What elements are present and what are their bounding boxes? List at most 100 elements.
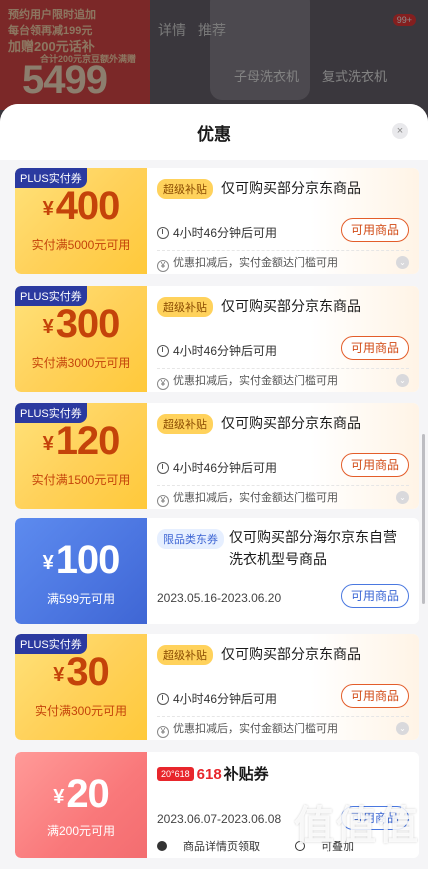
coupon-value-panel: PLUS实付券 ¥120 实付满1500元可用 (15, 403, 147, 509)
coupon-info: 超级补贴 仅可购买部分京东商品 4小时46分钟后可用 可用商品 ¥ 优惠扣减后，实… (147, 634, 419, 740)
currency-symbol: ¥ (53, 664, 65, 686)
currency-symbol: ¥ (42, 552, 54, 574)
coupon-info: 超级补贴 仅可购买部分京东商品 4小时46分钟后可用 可用商品 ¥ 优惠扣减后，实… (147, 286, 419, 392)
coupon-date: 2023.05.16-2023.06.20 (157, 591, 282, 605)
coupon-condition: 满200元可用 (46, 824, 116, 838)
coupon-timer: 4小时46分钟后可用 (157, 459, 277, 476)
coupon-condition: 实付满3000元可用 (31, 356, 131, 370)
timer-text: 4小时46分钟后可用 (173, 692, 278, 706)
coupon-amount: ¥400 (15, 184, 147, 229)
clock-icon (157, 227, 169, 239)
yen-icon: ¥ (157, 495, 169, 507)
yen-icon: ¥ (157, 260, 169, 272)
currency-symbol: ¥ (53, 786, 65, 808)
available-products-button[interactable]: 可用商品 (340, 684, 409, 708)
amount-value: 300 (55, 302, 121, 346)
coupon-date: 2023.06.07-2023.06.08 (157, 812, 282, 826)
coupon-amount: ¥120 (15, 419, 147, 464)
divider (157, 485, 409, 486)
coupon-title: 仅可购买部分京东商品 (221, 298, 361, 314)
coupon-tag: 限品类东券 (157, 529, 224, 549)
currency-symbol: ¥ (42, 198, 54, 220)
amount-value: 100 (55, 538, 121, 582)
chevron-down-icon[interactable]: ⌄ (396, 374, 409, 387)
watermark: 值值值 zhizhizhi.com (294, 793, 420, 861)
badge-618-text: 补贴券 (223, 766, 269, 783)
coupon-amount: ¥30 (15, 650, 147, 695)
available-products-button[interactable]: 可用商品 (340, 453, 409, 477)
coupon-title: 仅可购买部分京东商品 (221, 646, 361, 662)
sub-note: 商品详情页领取 (157, 841, 276, 853)
chevron-down-icon[interactable]: ⌄ (396, 256, 409, 269)
coupon-note: ¥ 优惠扣减后，实付金额达门槛可用 (157, 489, 338, 507)
coupon-timer: 4小时46分钟后可用 (157, 690, 277, 707)
badge-618-small: 20°618 (157, 767, 194, 781)
coupon-title: 仅可购买部分京东商品 (221, 180, 361, 196)
coupon-value-panel: PLUS实付券 ¥30 实付满300元可用 (15, 634, 147, 740)
coupon-condition: 实付满300元可用 (34, 704, 128, 718)
chevron-down-icon[interactable]: ⌄ (396, 722, 409, 735)
divider (157, 716, 409, 717)
sheet-title: 优惠 (197, 125, 231, 144)
sub-note-text: 商品详情页领取 (183, 841, 260, 853)
badge-618-number: 618 (196, 766, 222, 783)
coupon-value-panel: PLUS实付券 ¥400 实付满5000元可用 (15, 168, 147, 274)
chevron-down-icon[interactable]: ⌄ (396, 491, 409, 504)
available-products-button[interactable]: 可用商品 (340, 336, 409, 360)
coupon-card: ¥100 满599元可用 限品类东券 仅可购买部分海尔京东自营洗衣机型号商品 2… (15, 518, 419, 624)
coupon-info: 超级补贴 仅可购买部分京东商品 4小时46分钟后可用 可用商品 ¥ 优惠扣减后，实… (147, 168, 419, 274)
coupon-value-panel: ¥100 满599元可用 (15, 518, 147, 624)
currency-symbol: ¥ (42, 433, 54, 455)
coupon-card: PLUS实付券 ¥120 实付满1500元可用 超级补贴 仅可购买部分京东商品 … (15, 403, 419, 509)
amount-value: 120 (55, 419, 121, 463)
coupon-sheet: 优惠 × PLUS实付券 ¥400 实付满5000元可用 超级补贴 仅可购买部分… (0, 104, 428, 869)
coupon-condition: 实付满5000元可用 (31, 238, 131, 252)
coupon-condition: 满599元可用 (46, 592, 116, 606)
coupon-tag: 超级补贴 (157, 297, 213, 317)
close-icon[interactable]: × (392, 123, 408, 139)
note-text: 优惠扣减后，实付金额达门槛可用 (173, 375, 338, 387)
coupon-tag: 超级补贴 (157, 645, 213, 665)
coupon-note: ¥ 优惠扣减后，实付金额达门槛可用 (157, 720, 338, 738)
timer-text: 4小时46分钟后可用 (173, 226, 278, 240)
coupon-card: PLUS实付券 ¥30 实付满300元可用 超级补贴 仅可购买部分京东商品 4小… (15, 634, 419, 740)
coupon-note: ¥ 优惠扣减后，实付金额达门槛可用 (157, 254, 338, 272)
coupon-timer: 4小时46分钟后可用 (157, 342, 277, 359)
coupon-note: ¥ 优惠扣减后，实付金额达门槛可用 (157, 372, 338, 390)
watermark-logo: 值值值 (294, 804, 420, 848)
coupon-tag: 超级补贴 (157, 414, 213, 434)
amount-value: 20 (66, 772, 109, 816)
info-icon (157, 841, 167, 851)
coupon-condition: 实付满1500元可用 (31, 473, 131, 487)
coupon-value-panel: ¥20 满200元可用 (15, 752, 147, 858)
amount-value: 400 (55, 184, 121, 228)
divider (157, 250, 409, 251)
timer-text: 4小时46分钟后可用 (173, 461, 278, 475)
timer-text: 4小时46分钟后可用 (173, 344, 278, 358)
coupon-card: PLUS实付券 ¥400 实付满5000元可用 超级补贴 仅可购买部分京东商品 … (15, 168, 419, 274)
yen-icon: ¥ (157, 726, 169, 738)
currency-symbol: ¥ (42, 316, 54, 338)
available-products-button[interactable]: 可用商品 (340, 218, 409, 242)
coupon-tag: 超级补贴 (157, 179, 213, 199)
coupon-info: 限品类东券 仅可购买部分海尔京东自营洗衣机型号商品 2023.05.16-202… (147, 518, 419, 624)
scrollbar[interactable] (422, 434, 425, 604)
amount-value: 30 (66, 650, 109, 694)
note-text: 优惠扣减后，实付金额达门槛可用 (173, 257, 338, 269)
coupon-value-panel: PLUS实付券 ¥300 实付满3000元可用 (15, 286, 147, 392)
coupon-info: 超级补贴 仅可购买部分京东商品 4小时46分钟后可用 可用商品 ¥ 优惠扣减后，实… (147, 403, 419, 509)
coupon-amount: ¥100 (15, 538, 147, 583)
note-text: 优惠扣减后，实付金额达门槛可用 (173, 723, 338, 735)
coupon-timer: 4小时46分钟后可用 (157, 224, 277, 241)
clock-icon (157, 462, 169, 474)
coupon-title: 仅可购买部分京东商品 (221, 415, 361, 431)
divider (157, 368, 409, 369)
sheet-header: 优惠 × (0, 104, 428, 160)
yen-icon: ¥ (157, 378, 169, 390)
note-text: 优惠扣减后，实付金额达门槛可用 (173, 492, 338, 504)
clock-icon (157, 693, 169, 705)
coupon-amount: ¥300 (15, 302, 147, 347)
clock-icon (157, 345, 169, 357)
coupon-card: PLUS实付券 ¥300 实付满3000元可用 超级补贴 仅可购买部分京东商品 … (15, 286, 419, 392)
available-products-button[interactable]: 可用商品 (340, 584, 409, 608)
